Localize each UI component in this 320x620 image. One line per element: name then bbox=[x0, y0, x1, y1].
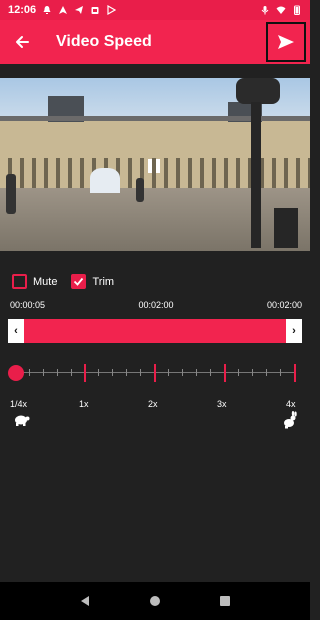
mute-label: Mute bbox=[33, 275, 58, 288]
speed-slider-track bbox=[16, 372, 296, 373]
options-row: Mute Trim bbox=[12, 274, 128, 289]
arrow-left-icon bbox=[16, 36, 29, 48]
speed-tick bbox=[252, 369, 253, 376]
speed-tick bbox=[140, 369, 141, 376]
pause-icon-bar bbox=[148, 159, 152, 173]
mute-checkbox[interactable]: Mute bbox=[12, 274, 57, 289]
speed-tick-1x bbox=[84, 364, 86, 382]
pause-button[interactable] bbox=[140, 152, 168, 180]
pause-icon-bar bbox=[156, 159, 160, 173]
speed-label-quarter: 1/4x bbox=[10, 399, 28, 409]
speed-tick bbox=[280, 369, 281, 376]
speed-label-3x: 3x bbox=[217, 399, 227, 409]
trim-end-time: 00:02:00 bbox=[266, 300, 302, 310]
turtle-icon bbox=[15, 415, 30, 426]
chevron-right-icon: › bbox=[292, 325, 296, 337]
speed-slider-thumb[interactable] bbox=[8, 365, 24, 381]
speed-tick bbox=[168, 369, 169, 376]
trim-times: 00:00:05 00:02:00 00:02:00 bbox=[10, 300, 302, 310]
video-fountain bbox=[90, 168, 120, 193]
status-time: 12:06 bbox=[8, 4, 37, 16]
speed-label-2x: 2x bbox=[148, 399, 158, 409]
speed-tick bbox=[126, 369, 127, 376]
speed-tick bbox=[238, 369, 239, 376]
system-icons bbox=[260, 5, 302, 15]
speed-tick bbox=[57, 369, 58, 376]
video-courtyard bbox=[0, 188, 310, 251]
speed-tick bbox=[182, 369, 183, 376]
trim-range[interactable]: ‹ › bbox=[8, 319, 302, 343]
video-person bbox=[136, 178, 144, 202]
nav-home-button[interactable] bbox=[143, 589, 167, 613]
speed-tick bbox=[210, 369, 211, 376]
app-bar: Video Speed bbox=[0, 20, 310, 64]
speed-tick bbox=[98, 369, 99, 376]
back-button[interactable] bbox=[0, 20, 44, 64]
back-triangle-icon bbox=[81, 596, 89, 606]
nav-recents-button[interactable] bbox=[213, 589, 237, 613]
page-title: Video Speed bbox=[56, 33, 152, 50]
home-circle-icon bbox=[150, 596, 160, 606]
wifi-icon bbox=[276, 6, 286, 14]
speed-tick bbox=[43, 369, 44, 376]
video-lamp-head bbox=[236, 78, 280, 104]
mic-icon bbox=[261, 6, 269, 15]
send-button[interactable] bbox=[266, 22, 306, 62]
video-person bbox=[6, 174, 16, 214]
video-preview[interactable] bbox=[0, 78, 310, 251]
speed-slider[interactable] bbox=[8, 362, 302, 384]
system-nav-bar bbox=[0, 582, 310, 620]
mute-checkbox-box[interactable] bbox=[12, 274, 27, 289]
speed-tick-3x bbox=[224, 364, 226, 382]
play-store-icon bbox=[107, 5, 117, 15]
bell-icon bbox=[43, 6, 51, 14]
speed-label-4x: 4x bbox=[286, 399, 296, 409]
chevron-left-icon: ‹ bbox=[14, 325, 18, 337]
speed-tick bbox=[196, 369, 197, 376]
status-bar: 12:06 bbox=[0, 0, 310, 20]
navigation-icon bbox=[59, 6, 68, 14]
trim-label: Trim bbox=[92, 275, 115, 288]
trim-start-time: 00:00:05 bbox=[10, 300, 46, 310]
video-lamp-post bbox=[251, 102, 261, 248]
battery-icon bbox=[294, 5, 300, 15]
send-icon bbox=[278, 35, 294, 49]
video-bin bbox=[274, 208, 298, 248]
telegram-icon bbox=[75, 6, 84, 14]
calendar-icon bbox=[91, 7, 99, 14]
checkmark-icon bbox=[74, 277, 84, 286]
trim-checkbox-box[interactable] bbox=[71, 274, 87, 289]
speed-tick-4x bbox=[294, 364, 296, 382]
trim-checkbox[interactable]: Trim bbox=[71, 274, 114, 289]
speed-tick bbox=[112, 369, 113, 376]
speed-tick bbox=[71, 369, 72, 376]
speed-labels: 1/4x 1x 2x 3x 4x bbox=[8, 399, 302, 413]
trim-right-handle[interactable]: › bbox=[286, 319, 302, 343]
trim-left-handle[interactable]: ‹ bbox=[8, 319, 24, 343]
notification-icons bbox=[42, 5, 117, 15]
recents-square-icon bbox=[220, 596, 230, 606]
speed-tick bbox=[266, 369, 267, 376]
rabbit-icon bbox=[284, 411, 297, 429]
speed-tick-2x bbox=[154, 364, 156, 382]
video-roofline bbox=[0, 116, 310, 121]
speed-label-1x: 1x bbox=[79, 399, 89, 409]
trim-duration: 00:02:00 bbox=[138, 300, 174, 310]
nav-back-button[interactable] bbox=[73, 589, 97, 613]
speed-tick bbox=[29, 369, 30, 376]
